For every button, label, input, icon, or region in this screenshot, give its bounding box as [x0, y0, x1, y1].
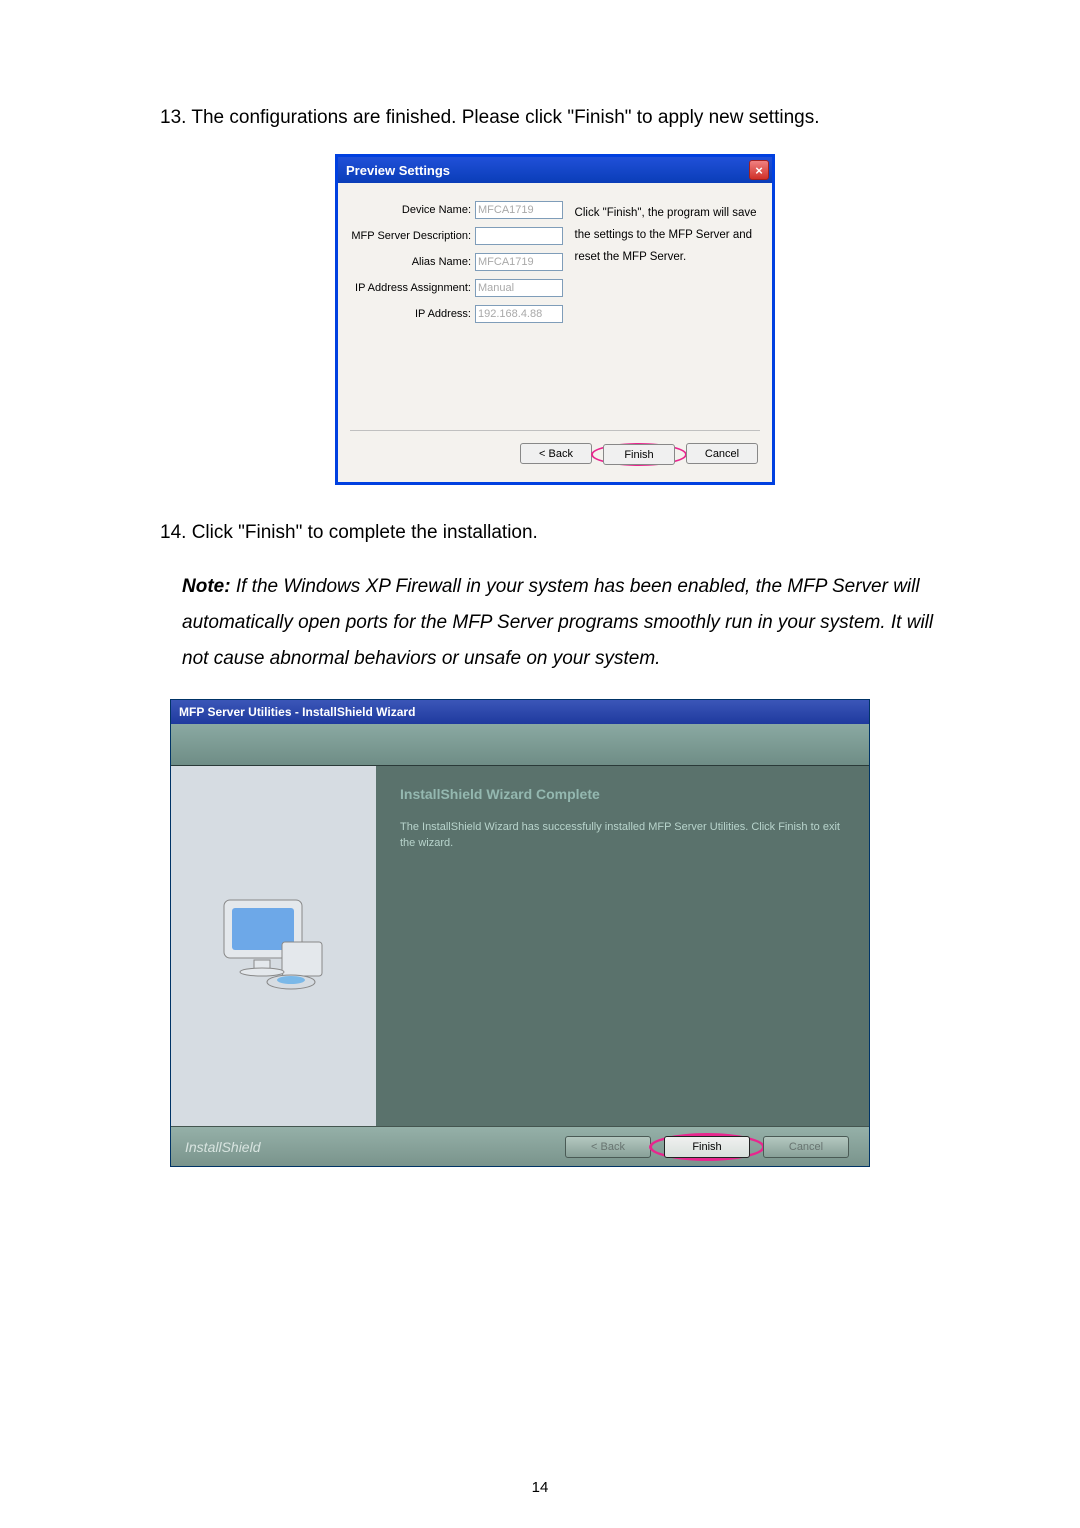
step-14-text: 14. Click "Finish" to complete the insta… [160, 515, 950, 551]
cancel-button[interactable]: Cancel [686, 443, 758, 464]
dialog2-heading: InstallShield Wizard Complete [400, 786, 845, 802]
highlight-ellipse-icon: Finish [591, 443, 687, 466]
ip-address-label: IP Address: [350, 308, 475, 320]
alias-name-input[interactable]: MFCA1719 [475, 253, 563, 271]
highlight-ellipse-icon: Finish [649, 1133, 765, 1161]
step-13-number: 13. [160, 107, 186, 128]
close-icon[interactable]: × [749, 160, 769, 180]
dialog2-titlebar: MFP Server Utilities - InstallShield Wiz… [171, 700, 869, 724]
finish-button[interactable]: Finish [603, 444, 675, 465]
ip-assignment-input[interactable]: Manual [475, 279, 563, 297]
ip-assignment-label: IP Address Assignment: [350, 282, 475, 294]
dialog1-divider [350, 430, 760, 431]
dialog2-footer: InstallShield < Back Finish Cancel [171, 1126, 869, 1166]
page-number: 14 [532, 1479, 549, 1496]
computer-icon [214, 886, 334, 1006]
ip-address-input[interactable]: 192.168.4.88 [475, 305, 563, 323]
dialog1-title: Preview Settings [346, 163, 450, 178]
device-name-input[interactable]: MFCA1719 [475, 201, 563, 219]
installshield-dialog: MFP Server Utilities - InstallShield Wiz… [170, 699, 870, 1167]
note-label: Note: [182, 576, 231, 597]
dialog2-header-strip [171, 724, 869, 766]
installshield-brand: InstallShield [185, 1139, 261, 1155]
device-name-label: Device Name: [350, 204, 475, 216]
dialog2-image-panel [171, 766, 376, 1126]
dialog1-hint: Click "Finish", the program will save th… [575, 199, 760, 269]
dialog2-description: The InstallShield Wizard has successfull… [400, 820, 845, 852]
dialog2-title: MFP Server Utilities - InstallShield Wiz… [179, 705, 415, 719]
note-paragraph: Note: If the Windows XP Firewall in your… [182, 569, 950, 677]
cancel-button-disabled: Cancel [763, 1136, 849, 1158]
preview-settings-dialog: Preview Settings × Device Name: MFCA1719… [335, 154, 775, 485]
back-button[interactable]: < Back [520, 443, 592, 464]
dialog1-button-row: < Back Finish Cancel [350, 439, 760, 470]
dialog1-titlebar: Preview Settings × [338, 157, 772, 183]
dialog2-button-row: < Back Finish Cancel [565, 1136, 849, 1158]
mfp-desc-input[interactable] [475, 227, 563, 245]
dialog1-body: Device Name: MFCA1719 MFP Server Descrip… [338, 183, 772, 482]
back-button-disabled: < Back [565, 1136, 651, 1158]
step-13-text: 13. The configurations are finished. Ple… [160, 100, 950, 136]
step-13-body: The configurations are finished. Please … [191, 107, 819, 128]
mfp-desc-label: MFP Server Description: [350, 230, 475, 242]
step-14-body: Click "Finish" to complete the installat… [192, 522, 538, 543]
note-body: If the Windows XP Firewall in your syste… [182, 576, 933, 669]
step-14-number: 14. [160, 522, 186, 543]
alias-name-label: Alias Name: [350, 256, 475, 268]
finish-button[interactable]: Finish [664, 1136, 750, 1158]
dialog1-fields: Device Name: MFCA1719 MFP Server Descrip… [350, 199, 575, 329]
dialog2-content-panel: InstallShield Wizard Complete The Instal… [376, 766, 869, 1126]
dialog2-body: InstallShield Wizard Complete The Instal… [171, 766, 869, 1126]
